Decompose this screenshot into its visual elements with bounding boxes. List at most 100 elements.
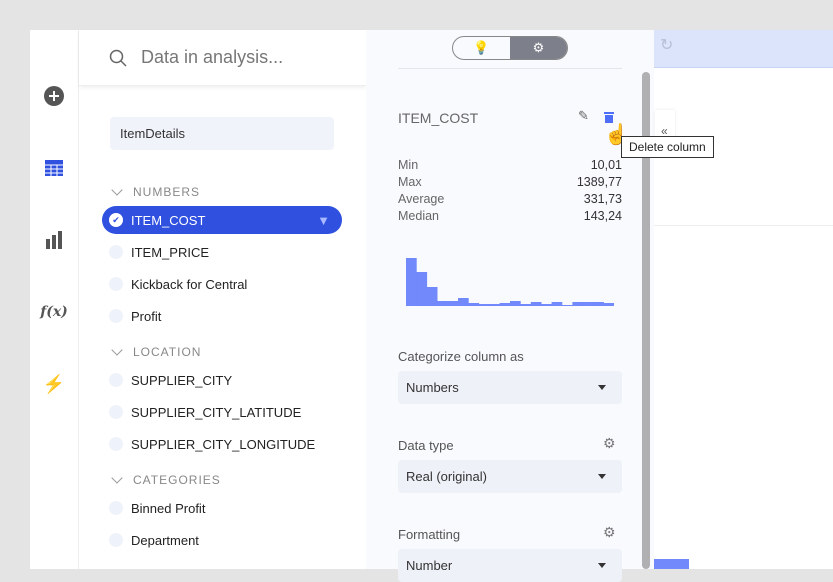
datatype-dropdown[interactable]: Real (original) (398, 460, 622, 493)
dropdown-value: Real (original) (406, 469, 487, 484)
search-placeholder: Data in analysis... (141, 47, 284, 67)
item-label: ITEM_PRICE (131, 244, 210, 260)
dropdown-value: Numbers (406, 380, 459, 395)
histogram-bar (437, 301, 448, 306)
histogram-bar (603, 303, 614, 306)
histogram-bar (551, 302, 563, 306)
section-location[interactable]: LOCATION (111, 344, 202, 359)
caret-down-icon (598, 385, 606, 394)
histogram-bar (530, 302, 542, 306)
histogram-bar (426, 287, 438, 306)
histogram-bar (458, 298, 469, 306)
column-details-panel: 💡 ⚙ ITEM_COST ✎ Min 10,01 Max 1389,77 Avera… (366, 30, 654, 582)
histogram-bar (593, 302, 604, 306)
icon-rail: f(x) ⚡ (30, 30, 79, 569)
radio-icon (109, 245, 123, 259)
dropdown-value: Number (406, 558, 453, 573)
refresh-icon[interactable]: ↻ (654, 30, 833, 68)
item-label: Department (131, 532, 199, 548)
list-item[interactable]: Department (102, 526, 342, 554)
list-item[interactable]: SUPPLIER_CITY (102, 366, 342, 394)
data-table-icon[interactable] (42, 156, 66, 180)
list-item[interactable]: Kickback for Central (102, 270, 342, 298)
histogram-bar (541, 304, 552, 306)
stat-min: Min 10,01 (398, 158, 622, 172)
search-input[interactable]: Data in analysis... (79, 30, 366, 86)
caret-down-icon (598, 474, 606, 483)
gear-icon[interactable]: ⚙ (510, 37, 567, 59)
stat-label: Average (398, 192, 445, 206)
histogram-bar (489, 304, 500, 306)
section-categories[interactable]: CATEGORIES (111, 472, 221, 487)
histogram-bar (562, 305, 573, 306)
stat-median: Median 143,24 (398, 209, 622, 223)
section-numbers[interactable]: NUMBERS (111, 184, 201, 199)
radio-icon (109, 373, 123, 387)
item-label: SUPPLIER_CITY_LONGITUDE (131, 436, 316, 452)
search-icon (109, 49, 127, 67)
histogram-bar (478, 304, 490, 306)
section-title: CATEGORIES (133, 473, 221, 487)
item-label: SUPPLIER_CITY_LATITUDE (131, 404, 302, 420)
divider (654, 225, 833, 226)
divider (398, 68, 622, 69)
list-item[interactable]: SUPPLIER_CITY_LATITUDE (102, 398, 342, 426)
lightning-icon[interactable]: ⚡ (42, 372, 66, 396)
radio-icon (109, 309, 123, 323)
section-title: LOCATION (133, 345, 202, 359)
radio-icon (109, 277, 123, 291)
radio-icon (109, 501, 123, 515)
stat-value: 143,24 (583, 209, 622, 223)
stat-value: 331,73 (583, 192, 622, 206)
histogram-bar (510, 301, 521, 306)
formatting-label: Formatting (398, 527, 461, 542)
column-name: ITEM_COST (398, 110, 479, 126)
data-panel: Data in analysis... ItemDetails NUMBERS … (79, 30, 366, 569)
check-icon: ✔ (109, 213, 123, 227)
histogram-bar (572, 302, 584, 306)
histogram-bar (406, 258, 417, 306)
categorize-label: Categorize column as (398, 349, 524, 364)
gear-icon[interactable]: ⚙ (603, 524, 616, 541)
stat-max: Max 1389,77 (398, 175, 622, 189)
item-label: ITEM_COST (131, 212, 206, 228)
formatting-dropdown[interactable]: Number (398, 549, 622, 582)
tooltip: Delete column (621, 136, 714, 158)
item-label: Kickback for Central (131, 276, 248, 292)
item-label: Binned Profit (131, 500, 206, 516)
radio-icon (109, 533, 123, 547)
list-item[interactable]: ✔ ITEM_COST ▼ (102, 206, 342, 234)
list-item[interactable]: Binned Profit (102, 494, 342, 522)
gear-icon[interactable]: ⚙ (603, 435, 616, 452)
function-icon[interactable]: f(x) (40, 300, 68, 324)
lightbulb-icon[interactable]: 💡 (453, 37, 510, 59)
categorize-dropdown[interactable]: Numbers (398, 371, 622, 404)
stat-average: Average 331,73 (398, 192, 622, 206)
chevron-down-icon (111, 472, 123, 484)
stat-label: Median (398, 209, 439, 223)
stat-label: Min (398, 158, 419, 172)
histogram-bar (468, 303, 480, 306)
list-item[interactable]: ITEM_PRICE (102, 238, 342, 266)
item-label: Profit (131, 308, 162, 324)
panel-mode-toggle[interactable]: 💡 ⚙ (452, 36, 568, 60)
list-item[interactable]: SUPPLIER_CITY_LONGITUDE (102, 430, 342, 458)
caret-down-icon (598, 563, 606, 572)
visualization-area: ↻ (654, 30, 833, 569)
pencil-icon[interactable]: ✎ (578, 108, 589, 124)
chart-bar (654, 559, 689, 569)
filter-icon[interactable]: ▼ (317, 213, 330, 228)
add-icon[interactable] (42, 84, 66, 108)
histogram-bar (447, 301, 459, 306)
table-selector[interactable]: ItemDetails (110, 117, 334, 150)
histogram (406, 258, 614, 306)
visualizations-icon[interactable] (42, 228, 66, 252)
item-label: SUPPLIER_CITY (131, 372, 233, 388)
list-item[interactable]: Profit (102, 302, 342, 330)
histogram-bar (582, 302, 594, 306)
radio-icon (109, 405, 123, 419)
stat-label: Max (398, 175, 422, 189)
section-title: NUMBERS (133, 185, 201, 199)
chevron-down-icon (111, 184, 123, 196)
chevron-down-icon (111, 344, 123, 356)
